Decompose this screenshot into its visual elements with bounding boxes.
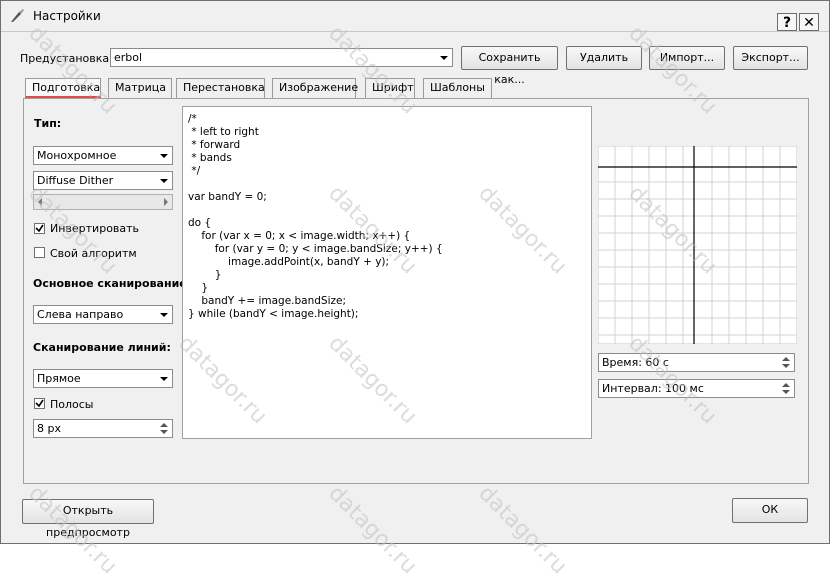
bands-checkbox[interactable]: [34, 398, 45, 409]
check-icon: [35, 399, 44, 408]
spinner-arrows-icon[interactable]: [779, 355, 793, 370]
help-button[interactable]: ?: [777, 13, 797, 31]
settings-window: Настройки ? ✕ Предустановка: erbol Сохра…: [0, 0, 830, 579]
scan-label: Основное сканирование:: [33, 277, 192, 290]
bands-size-spinner[interactable]: 8 px: [33, 419, 173, 438]
chevron-down-icon: [160, 154, 168, 158]
import-button[interactable]: Импорт...: [649, 46, 725, 70]
tab-templates[interactable]: Шаблоны: [423, 78, 492, 98]
line-scan-label: Сканирование линий:: [33, 341, 171, 354]
code-line: for (var y = 0; y < image.bandSize; y++)…: [188, 243, 443, 255]
export-button[interactable]: Экспорт...: [733, 46, 808, 70]
title-bar: Настройки ? ✕: [1, 1, 829, 32]
code-line: } while (bandY < image.height);: [188, 308, 359, 320]
code-line: */: [188, 165, 201, 177]
scan-select[interactable]: Слева направо: [33, 305, 173, 324]
spinner-arrows-icon[interactable]: [779, 381, 793, 396]
dither-value: Diffuse Dither: [37, 174, 114, 187]
close-button[interactable]: ✕: [799, 13, 819, 31]
code-line: * bands: [188, 152, 232, 164]
code-line: bandY += image.bandSize;: [188, 295, 347, 307]
ok-button[interactable]: ОК: [732, 498, 808, 523]
chevron-right-icon[interactable]: [162, 197, 170, 207]
invert-label: Инвертировать: [50, 222, 140, 235]
code-line: }: [188, 269, 222, 281]
watermark: datagor.ru: [323, 481, 422, 579]
line-scan-select[interactable]: Прямое: [33, 369, 173, 388]
chevron-down-icon: [160, 313, 168, 317]
code-line: }: [188, 282, 209, 294]
custom-algorithm-label: Свой алгоритм: [50, 247, 137, 260]
scan-value: Слева направо: [37, 308, 124, 321]
preset-select[interactable]: erbol: [110, 48, 453, 67]
chevron-down-icon: [440, 56, 448, 60]
open-preview-button[interactable]: Открыть предпросмотр: [22, 499, 154, 539]
tab-matrix[interactable]: Матрица: [108, 78, 172, 98]
type-value: Монохромное: [37, 149, 117, 162]
bands-label: Полосы: [50, 398, 94, 411]
dither-select[interactable]: Diffuse Dither: [33, 171, 173, 190]
line-scan-value: Прямое: [37, 372, 81, 385]
code-line: do {: [188, 217, 212, 229]
bands-size-value: 8 px: [37, 422, 61, 435]
type-label: Тип:: [34, 117, 62, 130]
app-icon: [11, 9, 24, 22]
custom-algorithm-checkbox[interactable]: [34, 247, 45, 258]
code-line: * forward: [188, 139, 241, 151]
code-line: var bandY = 0;: [188, 191, 267, 203]
watermark: datagor.ru: [473, 481, 572, 579]
scan-preview-grid: [598, 146, 797, 344]
code-line: * left to right: [188, 126, 259, 138]
time-value: Время: 60 с: [602, 356, 669, 369]
chevron-left-icon[interactable]: [36, 197, 44, 207]
check-icon: [35, 224, 44, 233]
interval-value: Интервал: 100 мс: [602, 382, 704, 395]
script-editor[interactable]: /* * left to right * forward * bands */ v…: [182, 106, 592, 439]
time-spinner[interactable]: Время: 60 с: [598, 353, 795, 372]
chevron-down-icon: [160, 377, 168, 381]
spinner-arrows-icon[interactable]: [157, 421, 171, 436]
preset-label: Предустановка:: [20, 52, 113, 65]
window-title: Настройки: [33, 9, 101, 23]
chevron-down-icon: [160, 179, 168, 183]
preset-value: erbol: [114, 51, 143, 64]
invert-checkbox[interactable]: [34, 223, 45, 234]
save-as-button[interactable]: Сохранить как...: [461, 46, 558, 86]
type-select[interactable]: Монохромное: [33, 146, 173, 165]
tab-prep[interactable]: Подготовка: [25, 78, 101, 98]
interval-spinner[interactable]: Интервал: 100 мс: [598, 379, 795, 398]
delete-button[interactable]: Удалить: [566, 46, 642, 70]
tab-image[interactable]: Изображение: [272, 78, 358, 98]
code-line: /*: [188, 113, 197, 125]
tab-font[interactable]: Шрифт: [365, 78, 415, 98]
code-line: for (var x = 0; x < image.width; x++) {: [188, 230, 411, 242]
tab-permutation[interactable]: Перестановка: [176, 78, 265, 98]
dither-scrollbar[interactable]: [33, 194, 173, 210]
code-line: image.addPoint(x, bandY + y);: [188, 256, 390, 268]
